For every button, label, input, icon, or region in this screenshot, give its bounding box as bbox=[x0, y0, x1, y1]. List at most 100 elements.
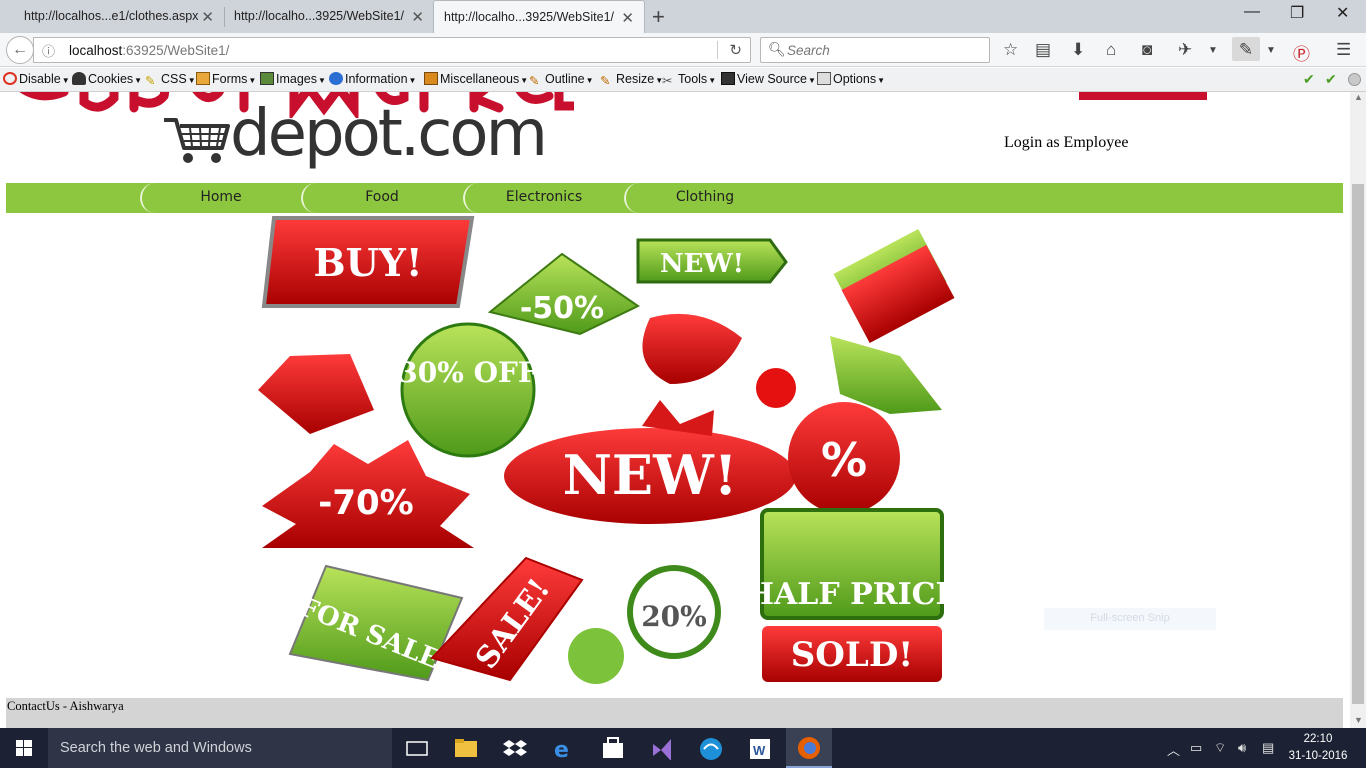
shopping-cart-icon bbox=[164, 118, 230, 163]
tag-text: HALF PRICE bbox=[746, 577, 959, 612]
devbar-label: Cookies bbox=[88, 72, 134, 86]
devbar-outline[interactable]: ✎ Outline▼ bbox=[529, 72, 594, 88]
reload-icon[interactable]: ↻ bbox=[729, 41, 742, 59]
home-icon[interactable]: ⌂ bbox=[1106, 40, 1116, 60]
scrollbar-thumb[interactable] bbox=[1352, 184, 1364, 704]
internet-app-icon[interactable] bbox=[698, 736, 724, 760]
scroll-down-icon[interactable]: ▼ bbox=[1354, 715, 1363, 725]
devbar-disable[interactable]: Disable▼ bbox=[3, 72, 70, 86]
bookmark-star-icon[interactable]: ☆ bbox=[1003, 40, 1018, 60]
close-window-icon[interactable]: ✕ bbox=[1336, 3, 1349, 23]
url-bar[interactable]: ⓘ localhost:63925/WebSite1/ ↻ bbox=[33, 37, 751, 63]
information-icon bbox=[329, 72, 343, 85]
devbar-miscellaneous[interactable]: Miscellaneous▼ bbox=[424, 72, 528, 86]
devbar-label: Forms bbox=[212, 72, 248, 86]
menu-item-electronics[interactable]: Electronics bbox=[463, 183, 623, 213]
addon-dropdown-icon[interactable]: ▼ bbox=[1208, 45, 1218, 56]
menu-icon[interactable]: ☰ bbox=[1336, 40, 1351, 60]
devbar-information[interactable]: Information▼ bbox=[329, 72, 416, 86]
menu-item-home[interactable]: Home bbox=[140, 183, 300, 213]
page-scrollbar[interactable]: ▲ ▼ bbox=[1350, 92, 1366, 728]
notifications-icon[interactable]: ▤ bbox=[1262, 740, 1274, 756]
view-source-icon bbox=[721, 72, 735, 85]
login-as-employee-link[interactable]: Login as Employee bbox=[1004, 134, 1128, 152]
devbar-cookies[interactable]: Cookies▼ bbox=[72, 72, 142, 86]
task-view-icon[interactable] bbox=[404, 736, 430, 760]
devbar-images[interactable]: Images▼ bbox=[260, 72, 326, 86]
store-icon[interactable] bbox=[600, 736, 626, 760]
download-icon[interactable]: ⬇ bbox=[1071, 40, 1085, 60]
restore-icon[interactable]: ❐ bbox=[1290, 3, 1304, 23]
wifi-icon[interactable]: ⌔ bbox=[1214, 740, 1226, 756]
navigation-toolbar: ⓘ localhost:63925/WebSite1/ ↻ ← 🔍︎ Searc… bbox=[0, 33, 1366, 67]
devbar-label: Miscellaneous bbox=[440, 72, 520, 86]
tag-20-percent: 20% bbox=[627, 565, 721, 659]
url-divider bbox=[717, 41, 718, 59]
menu-item-clothing[interactable]: Clothing bbox=[624, 183, 784, 213]
css-valid-check-icon[interactable]: ✔ bbox=[1303, 71, 1315, 88]
visual-studio-icon[interactable] bbox=[649, 736, 675, 760]
close-tab-icon[interactable]: ✕ bbox=[621, 9, 634, 27]
html-valid-check-icon[interactable]: ✔ bbox=[1325, 71, 1337, 88]
site-info-icon[interactable]: ⓘ bbox=[42, 41, 55, 60]
dropbox-icon[interactable] bbox=[502, 736, 528, 760]
back-button[interactable]: ← bbox=[6, 36, 34, 64]
devbar-options[interactable]: Options▼ bbox=[817, 72, 885, 86]
resize-icon: ✎ bbox=[600, 74, 611, 88]
file-explorer-icon[interactable] bbox=[453, 736, 479, 760]
header-red-button[interactable] bbox=[1079, 92, 1207, 100]
firefox-icon bbox=[798, 737, 820, 759]
browser-tab-website[interactable]: http://localho...3925/WebSite1/ ✕ bbox=[210, 0, 434, 33]
tools-icon: ✂ bbox=[662, 74, 673, 88]
devbar-forms[interactable]: Forms▼ bbox=[196, 72, 256, 86]
tab-title: http://localho...3925/WebSite1/ bbox=[234, 9, 405, 23]
tag-30-off: 30% OFF bbox=[398, 322, 538, 458]
tab-title: http://localhos...e1/clothes.aspx bbox=[24, 9, 199, 23]
devbar-label: Tools bbox=[678, 72, 708, 86]
taskbar-search-box[interactable]: Search the web and Windows bbox=[48, 728, 392, 768]
new-tab-icon[interactable]: + bbox=[652, 4, 665, 30]
taskbar-clock[interactable]: 22:10 31-10-2016 bbox=[1288, 731, 1348, 765]
status-circle-icon[interactable] bbox=[1348, 73, 1361, 86]
firefox-taskbar-button[interactable] bbox=[786, 728, 832, 768]
web-developer-toolbar: Disable▼ Cookies▼ ✎ CSS▼ Forms▼ Images▼ I… bbox=[0, 68, 1366, 92]
tag-new-small: NEW! bbox=[636, 238, 788, 284]
tag-text: NEW! bbox=[563, 443, 738, 507]
devbar-css[interactable]: ✎ CSS▼ bbox=[145, 72, 196, 88]
devbar-resize[interactable]: ✎ Resize▼ bbox=[600, 72, 663, 88]
tag-percent: % bbox=[788, 402, 900, 514]
menu-item-food[interactable]: Food bbox=[301, 183, 461, 213]
scroll-up-icon[interactable]: ▲ bbox=[1354, 92, 1363, 102]
tag-text: SOLD! bbox=[791, 635, 914, 675]
edge-browser-icon[interactable]: e bbox=[551, 736, 577, 760]
reading-list-icon[interactable]: ▤ bbox=[1035, 40, 1051, 60]
devbar-view-source[interactable]: View Source▼ bbox=[721, 72, 816, 86]
sale-tags-banner: BUY! -50% NEW! 30% OFF NEW! % -70% HALF … bbox=[258, 216, 959, 684]
css-icon: ✎ bbox=[145, 74, 156, 88]
url-text: localhost:63925/WebSite1/ bbox=[69, 43, 229, 58]
browser-tab-clothes[interactable]: http://localhos...e1/clothes.aspx ✕ bbox=[0, 0, 224, 33]
web-developer-icon[interactable]: ✎ bbox=[1232, 37, 1260, 61]
minimize-icon[interactable]: — bbox=[1244, 3, 1260, 21]
search-field[interactable]: 🔍︎ Search bbox=[760, 37, 990, 63]
cookies-icon bbox=[72, 72, 86, 85]
disable-icon bbox=[3, 72, 17, 85]
close-tab-icon[interactable]: ✕ bbox=[411, 8, 424, 26]
devbar-label: CSS bbox=[161, 72, 187, 86]
addon-icon[interactable]: ✈ bbox=[1178, 40, 1192, 60]
start-button[interactable] bbox=[0, 728, 48, 768]
word-icon[interactable]: W bbox=[747, 736, 773, 760]
tag-sale: SALE! bbox=[430, 556, 584, 682]
browser-tab-active[interactable]: http://localho...3925/WebSite1/ ✕ bbox=[433, 0, 645, 33]
web-developer-dropdown-icon[interactable]: ▼ bbox=[1266, 45, 1276, 56]
pocket-icon[interactable]: ◙ bbox=[1142, 40, 1152, 60]
devbar-tools[interactable]: ✂ Tools▼ bbox=[662, 72, 716, 88]
tag-for-sale: FOR SALE! bbox=[288, 564, 464, 682]
volume-icon[interactable]: 🔊︎ bbox=[1238, 740, 1246, 756]
show-hidden-icons-icon[interactable]: ︿ bbox=[1167, 740, 1180, 759]
pinterest-icon[interactable]: Ⓟ bbox=[1293, 40, 1310, 65]
windows-taskbar: Search the web and Windows e W ︿ ▭ ⌔ 🔊︎ … bbox=[0, 728, 1366, 768]
tag-text: 20% bbox=[641, 600, 707, 633]
tag-text: BUY! bbox=[313, 240, 422, 285]
battery-icon[interactable]: ▭ bbox=[1190, 740, 1202, 756]
